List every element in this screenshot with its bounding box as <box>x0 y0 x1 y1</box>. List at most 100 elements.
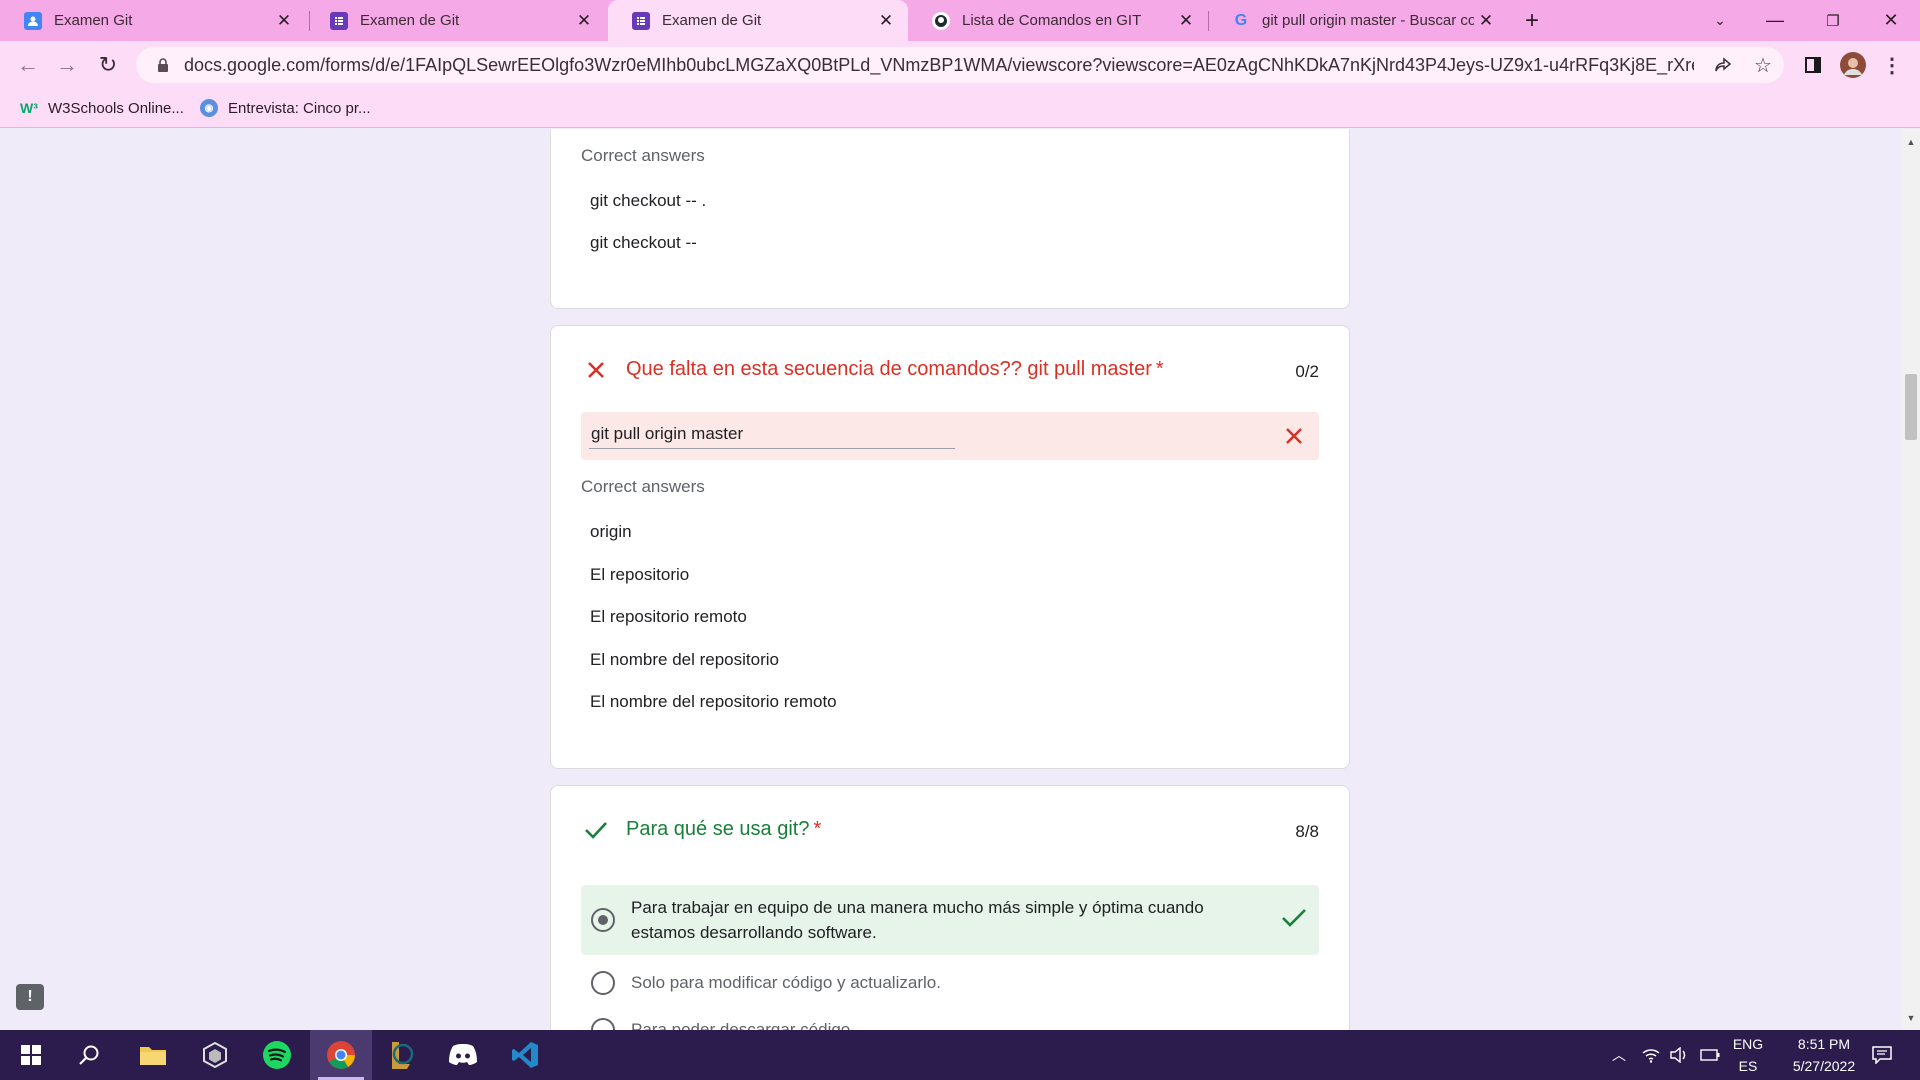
response-text: git pull origin master <box>591 424 744 443</box>
input-language-indicator[interactable]: ENG ES <box>1728 1033 1768 1077</box>
radio-button[interactable] <box>591 1018 615 1030</box>
correct-check-icon <box>1281 907 1307 934</box>
tab-title: Examen de Git <box>662 12 762 29</box>
option-text-line: estamos desarrollando software. <box>631 923 877 942</box>
tab-title: Lista de Comandos en GIT <box>962 12 1142 29</box>
minimize-icon[interactable]: — <box>1752 0 1798 41</box>
volume-icon[interactable] <box>1666 1030 1692 1080</box>
question-score: 8/8 <box>1295 822 1319 841</box>
report-feedback-icon[interactable]: ! <box>16 984 44 1010</box>
close-icon[interactable]: ✕ <box>1174 9 1198 33</box>
lock-icon <box>150 58 176 72</box>
scroll-down-arrow-icon[interactable]: ▼ <box>1906 1013 1916 1023</box>
clock[interactable]: 8:51 PM 5/27/2022 <box>1774 1033 1874 1077</box>
tab-title: Examen de Git <box>360 12 460 29</box>
correct-answers-label: Correct answers <box>581 146 705 165</box>
globe-icon: ◉ <box>200 99 218 117</box>
unity-icon[interactable] <box>184 1030 246 1080</box>
bookmark-star-icon[interactable]: ☆ <box>1745 47 1781 83</box>
chrome-icon[interactable] <box>310 1030 372 1080</box>
option-text: Solo para modificar código y actualizarl… <box>631 973 941 992</box>
restore-icon[interactable]: ❐ <box>1810 0 1856 41</box>
forward-arrow-icon[interactable]: → <box>49 47 85 83</box>
notifications-icon[interactable] <box>1864 1030 1900 1080</box>
tab-google-search[interactable]: G git pull origin master - Buscar co ✕ <box>1208 0 1508 41</box>
clock-date: 5/27/2022 <box>1792 1058 1856 1074</box>
keyboard-layout: ES <box>1738 1058 1758 1074</box>
incorrect-x-icon <box>1281 423 1307 449</box>
tab-examen-de-git-active[interactable]: Examen de Git ✕ <box>608 0 908 41</box>
window-close-icon[interactable]: ✕ <box>1868 0 1914 41</box>
question-score: 0/2 <box>1295 362 1319 381</box>
response-underline <box>589 448 955 449</box>
question-text: Para qué se usa git? <box>626 818 810 840</box>
wifi-icon[interactable] <box>1638 1030 1664 1080</box>
windows-start-icon[interactable] <box>0 1030 62 1080</box>
tab-lista-comandos-git[interactable]: Lista de Comandos en GIT ✕ <box>908 0 1208 41</box>
file-explorer-icon[interactable] <box>122 1030 184 1080</box>
scrollbar-thumb[interactable] <box>1905 374 1917 440</box>
bookmark-entrevista[interactable]: ◉ Entrevista: Cinco pr... <box>200 96 371 120</box>
url-text: docs.google.com/forms/d/e/1FAIpQLSewrEEO… <box>184 54 1694 75</box>
browser-toolbar: ← → ↻ docs.google.com/forms/d/e/1FAIpQLS… <box>0 41 1920 89</box>
correct-answers-label: Correct answers <box>581 477 705 496</box>
option-text: Para poder descargar código <box>631 1020 851 1030</box>
correct-answer: El repositorio remoto <box>590 607 747 626</box>
bookmark-label: Entrevista: Cinco pr... <box>228 99 371 117</box>
menu-kebab-icon[interactable]: ⋮ <box>1874 47 1910 83</box>
close-icon[interactable]: ✕ <box>1474 9 1498 33</box>
close-icon[interactable]: ✕ <box>874 9 898 33</box>
close-icon[interactable]: ✕ <box>572 9 596 33</box>
spotify-icon[interactable] <box>246 1030 308 1080</box>
question-title: Que falta en esta secuencia de comandos?… <box>626 358 1164 381</box>
question-card-git-pull: Que falta en esta secuencia de comandos?… <box>550 325 1350 769</box>
question-card-para-que-git: Para qué se usa git? * 8/8 Para trabajar … <box>550 785 1350 1030</box>
clock-time: 8:51 PM <box>1797 1036 1851 1052</box>
close-icon[interactable]: ✕ <box>272 9 296 33</box>
google-forms-person-icon <box>24 11 42 30</box>
google-forms-icon <box>632 11 650 30</box>
correct-answer: git checkout -- . <box>590 191 707 210</box>
side-panel-icon[interactable] <box>1795 47 1831 83</box>
tab-title: Examen Git <box>54 12 133 29</box>
correct-answer: El nombre del repositorio remoto <box>590 692 837 711</box>
selected-correct-option: Para trabajar en equipo de una manera mu… <box>581 885 1319 955</box>
question-title: Para qué se usa git? * <box>626 818 821 841</box>
vscode-icon[interactable] <box>494 1030 556 1080</box>
show-hidden-icons-chevron-icon[interactable]: ︿ <box>1606 1030 1632 1080</box>
battery-icon[interactable] <box>1696 1030 1724 1080</box>
page-scrollbar[interactable]: ▲ ▼ <box>1902 129 1920 1030</box>
radio-button-checked[interactable] <box>591 908 615 932</box>
correct-answer: git checkout -- <box>590 233 697 252</box>
reload-icon[interactable]: ↻ <box>90 47 126 83</box>
share-icon[interactable] <box>1705 47 1741 83</box>
new-tab-plus-icon[interactable]: + <box>1516 0 1548 41</box>
tab-search-chevron-icon[interactable]: ⌄ <box>1700 0 1740 41</box>
w3schools-icon: W³ <box>20 100 38 116</box>
search-icon[interactable] <box>58 1030 120 1080</box>
profile-avatar[interactable] <box>1835 47 1871 83</box>
required-asterisk: * <box>1155 358 1164 380</box>
back-arrow-icon[interactable]: ← <box>10 47 46 83</box>
discord-icon[interactable] <box>432 1030 494 1080</box>
question-card-previous: Correct answers git checkout -- . git ch… <box>550 129 1350 309</box>
tab-examen-de-git-1[interactable]: Examen de Git ✕ <box>306 0 606 41</box>
incorrect-response-box: git pull origin master <box>581 412 1319 460</box>
league-of-legends-icon[interactable] <box>370 1030 432 1080</box>
windows-taskbar: ︿ ENG ES 8:51 PM 5/27/2022 <box>0 1030 1920 1080</box>
tab-examen-git[interactable]: Examen Git ✕ <box>0 0 306 41</box>
language-code: ENG <box>1732 1036 1764 1052</box>
form-page: Correct answers git checkout -- . git ch… <box>0 129 1920 1030</box>
scroll-up-arrow-icon[interactable]: ▲ <box>1906 137 1916 147</box>
tab-title: git pull origin master - Buscar co <box>1262 12 1474 29</box>
address-bar[interactable]: docs.google.com/forms/d/e/1FAIpQLSewrEEO… <box>136 47 1784 83</box>
question-text: Que falta en esta secuencia de comandos?… <box>626 358 1152 380</box>
radio-button[interactable] <box>591 971 615 995</box>
bookmark-w3schools[interactable]: W³ W3Schools Online... <box>20 96 184 120</box>
option-text-line: Para trabajar en equipo de una manera mu… <box>631 898 1204 917</box>
bookmark-label: W3Schools Online... <box>48 99 184 117</box>
google-icon: G <box>1234 11 1248 29</box>
correct-answer: El repositorio <box>590 565 690 584</box>
github-icon <box>932 11 950 30</box>
required-asterisk: * <box>813 818 822 840</box>
